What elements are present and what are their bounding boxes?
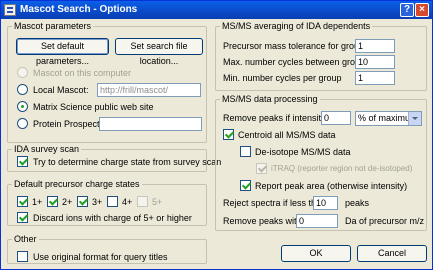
min-cycles-label: Min. number cycles per group [223, 73, 342, 83]
max-cycles-label: Max. number cycles between groups [223, 57, 370, 67]
checkbox-label: 1+ [32, 197, 43, 207]
checkbox-label: Try to determine charge state from surve… [33, 157, 222, 167]
checkbox-label: 3+ [92, 197, 103, 207]
set-search-file-location-button[interactable]: Set search file location... [115, 38, 203, 66]
checkbox-label: Use original format for query titles [33, 252, 168, 262]
checkbox-label: Discard ions with charge of 5+ or higher [33, 213, 192, 223]
checkbox-label: Report peak area (otherwise intensity) [255, 181, 408, 191]
chevron-down-icon[interactable] [408, 112, 421, 125]
remove-peaks-input[interactable]: 0 [321, 111, 351, 125]
group-title: IDA survey scan [12, 144, 82, 154]
checkbox-label: Centroid all MS/MS data [238, 130, 336, 140]
radio-protein-prospector[interactable] [17, 118, 28, 129]
protein-prospector-field[interactable] [99, 117, 202, 131]
radio-mascot-this-computer[interactable] [17, 67, 28, 78]
cancel-button[interactable]: Cancel [357, 245, 427, 262]
reject-spectra-label: Reject spectra if less than [223, 198, 327, 208]
charge-2-checkbox[interactable] [47, 196, 58, 207]
remove-peaks-label: Remove peaks if intensity < [223, 113, 334, 123]
reject-spectra-input[interactable]: 10 [313, 196, 338, 210]
remove-peaks-unit-select[interactable]: % of maximum [355, 111, 422, 126]
original-format-checkbox[interactable] [17, 251, 28, 262]
precursor-tolerance-input[interactable]: 1 [355, 39, 395, 53]
itraq-checkbox[interactable] [256, 163, 267, 174]
reject-spectra-unit: peaks [345, 198, 370, 208]
remove-within-unit: Da of precursor m/z [345, 216, 425, 226]
report-area-checkbox[interactable] [240, 180, 251, 191]
local-mascot-url-field[interactable]: http://frill/mascot/ [97, 83, 201, 97]
precursor-tolerance-label: Precursor mass tolerance for grouping [223, 41, 377, 51]
set-default-parameters-button[interactable]: Set default parameters... [16, 38, 109, 66]
close-button[interactable]: × [415, 3, 429, 17]
max-cycles-input[interactable]: 10 [355, 55, 395, 69]
options-dialog: Mascot Search - Options ? × Mascot param… [0, 0, 433, 270]
help-button[interactable]: ? [400, 3, 414, 17]
radio-label: Matrix Science public web site [33, 102, 154, 112]
charge-state-checkbox[interactable] [17, 156, 28, 167]
group-title: Mascot parameters [12, 21, 94, 31]
group-title: Other [12, 234, 39, 244]
group-title: Default precursor charge states [12, 179, 142, 189]
radio-matrix-science-public[interactable] [17, 101, 28, 112]
radio-label: Mascot on this computer [33, 68, 132, 78]
checkbox-label: 2+ [62, 197, 73, 207]
radio-local-mascot[interactable] [17, 84, 28, 95]
min-cycles-input[interactable]: 1 [355, 71, 395, 85]
radio-label: Local Mascot: [33, 85, 89, 95]
deisotope-checkbox[interactable] [240, 146, 251, 157]
app-icon [4, 4, 16, 16]
charge-1-checkbox[interactable] [17, 196, 28, 207]
centroid-checkbox[interactable] [223, 129, 234, 140]
charge-5-checkbox[interactable] [137, 196, 148, 207]
group-title: MS/MS averaging of IDA dependents [220, 21, 373, 31]
group-title: MS/MS data processing [220, 94, 320, 104]
checkbox-label: iTRAQ (reporter region not de-isotoped) [271, 164, 413, 173]
discard-ions-checkbox[interactable] [17, 212, 28, 223]
checkbox-label: De-isotope MS/MS data [255, 147, 351, 157]
checkbox-label: 5+ [152, 197, 163, 207]
window-title: Mascot Search - Options [20, 4, 138, 15]
title-bar[interactable]: Mascot Search - Options ? × [1, 1, 432, 19]
checkbox-label: 4+ [122, 197, 133, 207]
remove-within-input[interactable]: 0 [296, 214, 338, 228]
ok-button[interactable]: OK [281, 245, 351, 262]
charge-4-checkbox[interactable] [107, 196, 118, 207]
charge-3-checkbox[interactable] [77, 196, 88, 207]
